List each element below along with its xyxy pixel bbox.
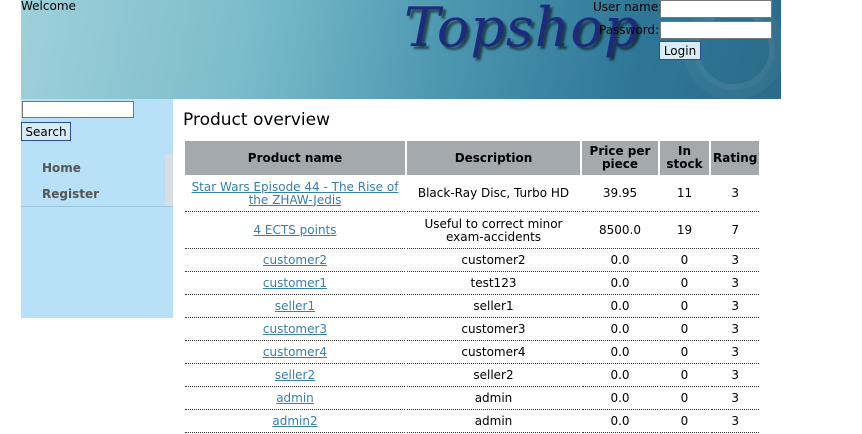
product-description: customer2 — [407, 250, 580, 272]
table-row: seller2 seller2 0.0 0 3 — [185, 365, 760, 387]
column-header-rating: Rating — [711, 141, 760, 175]
product-price: 0.0 — [582, 319, 658, 341]
product-stock: 0 — [660, 250, 709, 272]
column-header-description: Description — [407, 141, 580, 175]
column-header-stock: In stock — [660, 141, 709, 175]
product-description: customer3 — [407, 319, 580, 341]
table-row: Star Wars Episode 44 - The Rise of the Z… — [185, 176, 760, 212]
product-link[interactable]: customer3 — [263, 322, 327, 336]
product-link[interactable]: admin2 — [272, 414, 317, 428]
product-link[interactable]: 4 ECTS points — [253, 223, 336, 237]
product-table: Product name Description Price per piece… — [183, 140, 761, 434]
product-rating: 3 — [711, 273, 760, 295]
product-rating: 3 — [711, 250, 760, 272]
product-stock: 0 — [660, 388, 709, 410]
product-price: 0.0 — [582, 411, 658, 433]
product-rating: 3 — [711, 296, 760, 318]
table-row: customer4 customer4 0.0 0 3 — [185, 342, 760, 364]
product-price: 8500.0 — [582, 213, 658, 249]
product-stock: 0 — [660, 411, 709, 433]
product-link[interactable]: customer2 — [263, 253, 327, 267]
product-stock: 0 — [660, 319, 709, 341]
product-price: 0.0 — [582, 273, 658, 295]
password-input[interactable] — [660, 21, 772, 39]
search-input[interactable] — [22, 101, 134, 118]
table-row: 4 ECTS points Useful to correct minor ex… — [185, 213, 760, 249]
product-link[interactable]: customer1 — [263, 276, 327, 290]
product-description: test123 — [407, 273, 580, 295]
column-header-product-name: Product name — [185, 141, 405, 175]
product-rating: 3 — [711, 365, 760, 387]
table-row: admin admin 0.0 0 3 — [185, 388, 760, 410]
product-stock: 19 — [660, 213, 709, 249]
product-price: 0.0 — [582, 296, 658, 318]
welcome-text: Welcome — [21, 0, 76, 13]
product-table-body: Star Wars Episode 44 - The Rise of the Z… — [185, 176, 760, 433]
product-description: seller2 — [407, 365, 580, 387]
login-button[interactable]: Login — [659, 41, 701, 60]
table-header-row: Product name Description Price per piece… — [185, 141, 760, 175]
product-link[interactable]: seller2 — [275, 368, 315, 382]
product-link[interactable]: customer4 — [263, 345, 327, 359]
product-description: admin — [407, 388, 580, 410]
product-rating: 3 — [711, 342, 760, 364]
table-row: customer2 customer2 0.0 0 3 — [185, 250, 760, 272]
product-rating: 3 — [711, 411, 760, 433]
product-rating: 3 — [711, 388, 760, 410]
product-stock: 0 — [660, 365, 709, 387]
nav-item-home[interactable]: Home — [42, 161, 81, 175]
product-price: 0.0 — [582, 365, 658, 387]
username-input[interactable] — [660, 0, 772, 18]
table-row: admin2 admin 0.0 0 3 — [185, 411, 760, 433]
column-header-price: Price per piece — [582, 141, 658, 175]
product-rating: 3 — [711, 319, 760, 341]
username-label: User name: — [593, 0, 663, 14]
product-description: seller1 — [407, 296, 580, 318]
product-rating: 3 — [711, 176, 760, 212]
product-stock: 11 — [660, 176, 709, 212]
product-stock: 0 — [660, 342, 709, 364]
header-banner: Welcome Topshop User name: Password: Log… — [21, 0, 781, 99]
product-rating: 7 — [711, 213, 760, 249]
product-description: admin — [407, 411, 580, 433]
table-row: seller1 seller1 0.0 0 3 — [185, 296, 760, 318]
product-price: 0.0 — [582, 388, 658, 410]
product-price: 39.95 — [582, 176, 658, 212]
page-title: Product overview — [183, 110, 331, 130]
sidebar: Search Home Register — [21, 99, 173, 318]
product-link[interactable]: admin — [276, 391, 314, 405]
sidebar-nav: Home Register — [21, 154, 173, 207]
nav-item-register[interactable]: Register — [42, 187, 99, 201]
nav-scroll-bar — [165, 154, 173, 206]
product-link[interactable]: Star Wars Episode 44 - The Rise of the Z… — [192, 180, 399, 207]
product-description: Useful to correct minor exam-accidents — [407, 213, 580, 249]
table-row: customer1 test123 0.0 0 3 — [185, 273, 760, 295]
product-link[interactable]: seller1 — [275, 299, 315, 313]
search-button[interactable]: Search — [21, 122, 71, 141]
product-description: Black-Ray Disc, Turbo HD — [407, 176, 580, 212]
product-stock: 0 — [660, 273, 709, 295]
product-price: 0.0 — [582, 250, 658, 272]
product-stock: 0 — [660, 296, 709, 318]
table-row: customer3 customer3 0.0 0 3 — [185, 319, 760, 341]
product-price: 0.0 — [582, 342, 658, 364]
product-description: customer4 — [407, 342, 580, 364]
password-label: Password: — [599, 23, 660, 37]
